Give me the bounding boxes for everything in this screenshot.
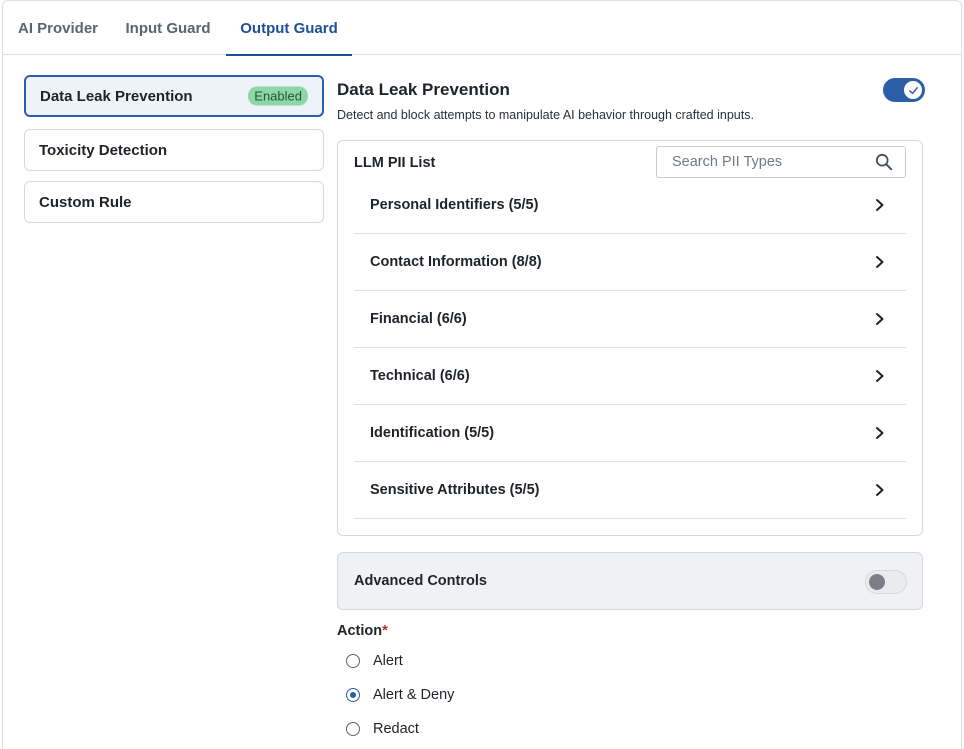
pii-category-identification[interactable]: Identification (5/5)	[354, 405, 906, 462]
radio-label: Alert & Deny	[373, 687, 455, 703]
pii-category-label: Financial (6/6)	[370, 311, 467, 327]
rule-item-data-leak-prevention[interactable]: Data Leak Prevention Enabled	[24, 75, 324, 117]
pii-category-sensitive-attributes[interactable]: Sensitive Attributes (5/5)	[354, 462, 906, 519]
radio-alert[interactable]	[346, 654, 360, 668]
pii-list-title: LLM PII List	[354, 155, 436, 171]
rule-item-label: Toxicity Detection	[39, 141, 168, 159]
advanced-controls-label: Advanced Controls	[354, 573, 487, 589]
pii-search	[656, 146, 906, 178]
radio-label: Alert	[373, 653, 403, 669]
required-mark: *	[382, 623, 388, 639]
tab-ai-provider[interactable]: AI Provider	[3, 1, 113, 55]
check-icon	[908, 86, 918, 94]
pii-category-label: Technical (6/6)	[370, 368, 470, 384]
pii-list-card: LLM PII List Personal Identifiers (5/5) …	[337, 140, 923, 536]
action-label-text: Action	[337, 623, 383, 639]
chevron-right-icon	[876, 370, 884, 382]
advanced-controls-toggle[interactable]	[865, 570, 907, 594]
tab-input-guard[interactable]: Input Guard	[113, 1, 223, 55]
toggle-knob	[904, 81, 922, 99]
rule-item-custom-rule[interactable]: Custom Rule	[24, 181, 324, 223]
chevron-right-icon	[876, 484, 884, 496]
radio-redact[interactable]	[346, 722, 360, 736]
action-option-alert[interactable]: Alert	[346, 651, 403, 671]
radio-label: Redact	[373, 721, 419, 737]
pii-category-personal-identifiers[interactable]: Personal Identifiers (5/5)	[354, 177, 906, 234]
pii-search-input[interactable]	[657, 147, 867, 177]
rule-item-label: Custom Rule	[39, 193, 132, 211]
pii-category-label: Sensitive Attributes (5/5)	[370, 482, 540, 498]
pii-category-label: Contact Information (8/8)	[370, 254, 542, 270]
action-option-alert-deny[interactable]: Alert & Deny	[346, 685, 454, 705]
chevron-right-icon	[876, 427, 884, 439]
advanced-controls-panel: Advanced Controls	[337, 552, 923, 610]
section-title: Data Leak Prevention	[337, 80, 510, 99]
rule-item-label: Data Leak Prevention	[40, 87, 193, 105]
radio-alert-deny[interactable]	[346, 688, 360, 702]
action-label: Action*	[337, 623, 388, 639]
chevron-right-icon	[876, 256, 884, 268]
pii-category-financial[interactable]: Financial (6/6)	[354, 291, 906, 348]
chevron-right-icon	[876, 313, 884, 325]
action-option-redact[interactable]: Redact	[346, 719, 419, 739]
tab-output-guard[interactable]: Output Guard	[226, 1, 352, 56]
tab-bar: AI Provider Input Guard Output Guard	[3, 1, 961, 56]
pii-category-label: Identification (5/5)	[370, 425, 495, 441]
chevron-right-icon	[876, 199, 884, 211]
pii-category-contact-information[interactable]: Contact Information (8/8)	[354, 234, 906, 291]
section-description: Detect and block attempts to manipulate …	[337, 108, 754, 122]
status-badge: Enabled	[248, 86, 308, 106]
rule-item-toxicity-detection[interactable]: Toxicity Detection	[24, 129, 324, 171]
search-icon[interactable]	[875, 153, 893, 171]
pii-category-label: Personal Identifiers (5/5)	[370, 197, 539, 213]
rule-enabled-toggle[interactable]	[883, 78, 925, 102]
pii-category-technical[interactable]: Technical (6/6)	[354, 348, 906, 405]
toggle-knob	[869, 574, 885, 590]
